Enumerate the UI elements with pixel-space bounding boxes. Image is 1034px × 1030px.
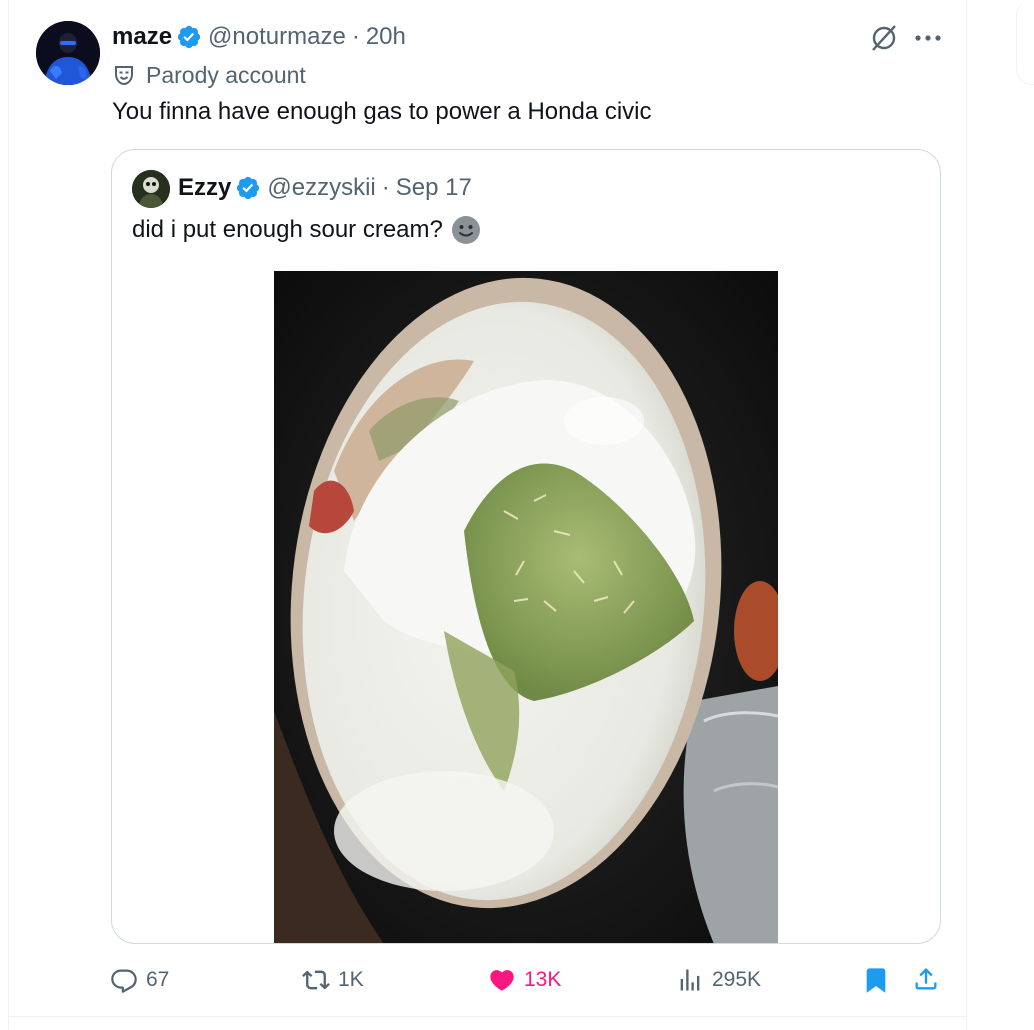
views-count: 295K — [712, 968, 762, 991]
separator-dot: · — [351, 23, 360, 50]
bookmark-filled-icon[interactable] — [862, 966, 890, 994]
tweet-top-actions — [868, 22, 942, 54]
grok-icon[interactable] — [868, 22, 900, 54]
share-icon[interactable] — [912, 964, 940, 994]
views-button[interactable]: 295K — [676, 958, 761, 1002]
views-chart-icon — [676, 966, 704, 994]
verified-badge-icon[interactable] — [235, 175, 261, 201]
tweet-text: You finna have enough gas to power a Hon… — [112, 98, 652, 125]
quoted-tweet[interactable]: Ezzy @ezzyskii · Sep 17 did i put enough… — [111, 149, 941, 944]
theater-mask-icon — [112, 63, 136, 87]
tweet-action-bar: 67 1K 13K 295K — [0, 958, 966, 1002]
author-name[interactable]: maze — [112, 22, 172, 52]
like-count: 13K — [524, 968, 562, 991]
more-options-icon[interactable] — [914, 22, 942, 54]
heart-filled-icon — [488, 966, 516, 994]
author-handle[interactable]: @noturmaze — [208, 22, 346, 52]
column-border-left — [8, 0, 9, 1030]
repost-button[interactable]: 1K — [302, 958, 364, 1002]
quoted-author-avatar[interactable] — [132, 170, 170, 208]
quoted-tweet-header: Ezzy @ezzyskii · Sep 17 — [178, 173, 472, 203]
tweet-divider — [8, 1016, 966, 1017]
sidebar-card-edge — [1016, 0, 1034, 85]
quoted-timestamp[interactable]: Sep 17 — [396, 173, 472, 203]
parody-label: Parody account — [112, 60, 306, 90]
reply-icon — [110, 966, 138, 994]
quoted-tweet-photo[interactable] — [274, 271, 778, 943]
slightly-smiling-face-icon — [451, 215, 481, 245]
like-button[interactable]: 13K — [488, 958, 561, 1002]
verified-badge-icon[interactable] — [176, 24, 202, 50]
quoted-author-handle[interactable]: @ezzyskii — [267, 173, 375, 203]
quoted-tweet-text-row: did i put enough sour cream? — [132, 215, 481, 245]
repost-count: 1K — [338, 968, 364, 991]
column-border-right — [966, 0, 967, 1030]
reply-count: 67 — [146, 968, 170, 991]
tweet-timestamp[interactable]: 20h — [366, 22, 406, 52]
quoted-tweet-text: did i put enough sour cream? — [132, 216, 443, 243]
repost-icon — [302, 966, 330, 994]
quoted-author-name[interactable]: Ezzy — [178, 173, 231, 203]
reply-button[interactable]: 67 — [110, 958, 169, 1002]
tweet-header: maze @noturmaze · 20h — [112, 22, 406, 52]
separator-dot: · — [381, 174, 390, 201]
author-avatar[interactable] — [36, 21, 100, 85]
parody-label-text: Parody account — [146, 62, 306, 88]
